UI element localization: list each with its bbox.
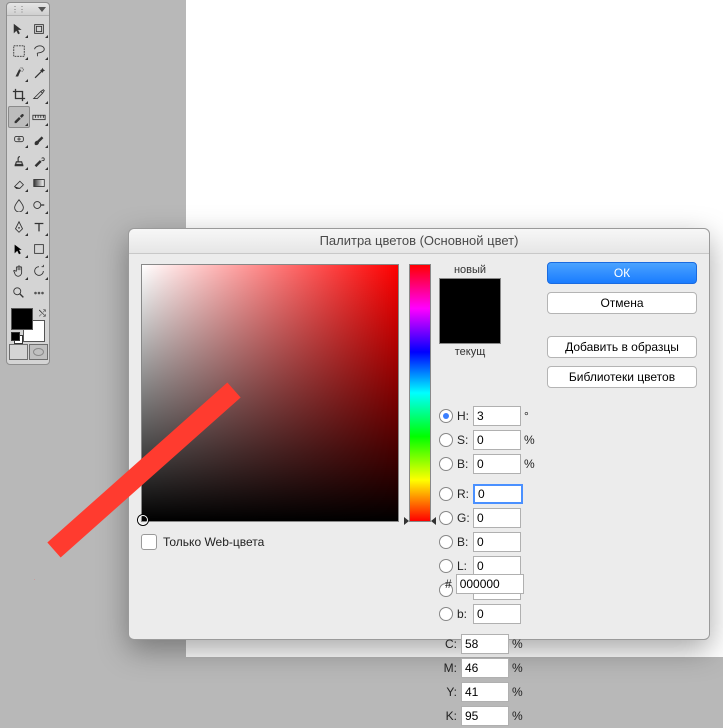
c-input[interactable] [461, 634, 509, 654]
s-unit: % [524, 433, 538, 447]
y-input[interactable] [461, 682, 509, 702]
l-label: L: [457, 559, 473, 573]
preview-new-label: новый [439, 264, 501, 276]
k-input[interactable] [461, 706, 509, 726]
l-input[interactable] [473, 556, 521, 576]
add-swatch-button[interactable]: Добавить в образцы [547, 336, 697, 358]
r-input[interactable] [473, 484, 523, 504]
b-unit: % [524, 457, 538, 471]
ruler-tool[interactable] [28, 106, 50, 128]
rotate-view-tool[interactable] [28, 260, 50, 282]
color-libraries-button[interactable]: Библиотеки цветов [547, 366, 697, 388]
spot-heal-tool[interactable] [8, 128, 30, 150]
color-field-marker [138, 515, 148, 525]
hue-slider-thumb[interactable] [404, 517, 436, 525]
preview-current-label: текущ [439, 346, 501, 358]
preview-swatch[interactable] [439, 278, 501, 344]
h-label: H: [457, 409, 473, 423]
hex-input[interactable] [456, 574, 524, 594]
quick-mask-mode-icon[interactable] [29, 344, 48, 360]
g-label: G: [457, 511, 473, 525]
drag-handle-icon: ⋮⋮ [11, 5, 25, 14]
color-picker-dialog: Палитра цветов (Основной цвет) новый тек… [128, 228, 710, 640]
tools-panel-header[interactable]: ⋮⋮ [7, 3, 49, 16]
c-unit: % [512, 637, 526, 651]
edit-toolbar[interactable] [28, 282, 50, 304]
quick-select-tool[interactable] [8, 62, 30, 84]
slice-tool[interactable] [28, 84, 50, 106]
artboard-tool[interactable] [28, 18, 50, 40]
tools-panel: ⋮⋮ ⤭ [6, 2, 50, 365]
swap-colors-icon[interactable]: ⤭ [39, 308, 46, 319]
hex-row: # [439, 574, 524, 594]
blur-tool[interactable] [8, 194, 30, 216]
bri-radio[interactable] [439, 457, 453, 471]
standard-mode-icon[interactable] [9, 344, 28, 360]
lasso-tool[interactable] [28, 40, 50, 62]
marquee-tool[interactable] [8, 40, 30, 62]
s-label: S: [457, 433, 473, 447]
y-unit: % [512, 685, 526, 699]
m-label: M: [439, 661, 457, 675]
edit-mode-toggle[interactable] [7, 344, 49, 360]
default-colors-icon[interactable] [11, 332, 21, 342]
m-input[interactable] [461, 658, 509, 678]
hue-slider[interactable] [409, 264, 431, 522]
panel-menu-icon[interactable] [38, 7, 46, 12]
r-radio[interactable] [439, 487, 453, 501]
clone-stamp-tool[interactable] [8, 150, 30, 172]
g-radio[interactable] [439, 511, 453, 525]
b-label: B: [457, 457, 473, 471]
r-label: R: [457, 487, 473, 501]
zoom-tool[interactable] [8, 282, 30, 304]
h-unit: ° [524, 409, 538, 423]
hex-hash-label: # [445, 577, 452, 591]
rgb-b-radio[interactable] [439, 535, 453, 549]
hue-radio[interactable] [439, 409, 453, 423]
k-unit: % [512, 709, 526, 723]
color-swatches: ⤭ [9, 308, 47, 342]
rgb-b-input[interactable] [473, 532, 521, 552]
shape-tool[interactable] [28, 238, 50, 260]
move-tool[interactable] [8, 18, 30, 40]
color-value-fields: H: ° S: % B: % [439, 404, 695, 728]
b-input[interactable] [473, 454, 521, 474]
rgb-b-label: B: [457, 535, 473, 549]
m-unit: % [512, 661, 526, 675]
web-only-checkbox[interactable] [141, 534, 157, 550]
dodge-tool[interactable] [28, 194, 50, 216]
lab-b-label: b: [457, 607, 473, 621]
sat-radio[interactable] [439, 433, 453, 447]
eyedropper-tool[interactable] [8, 106, 30, 128]
crop-tool[interactable] [8, 84, 30, 106]
hand-tool[interactable] [8, 260, 30, 282]
history-brush-tool[interactable] [28, 150, 50, 172]
dialog-title: Палитра цветов (Основной цвет) [129, 229, 709, 254]
lab-b-input[interactable] [473, 604, 521, 624]
foreground-color-swatch[interactable] [11, 308, 33, 330]
eraser-tool[interactable] [8, 172, 30, 194]
g-input[interactable] [473, 508, 521, 528]
s-input[interactable] [473, 430, 521, 450]
l-radio[interactable] [439, 559, 453, 573]
k-label: K: [439, 709, 457, 723]
web-only-label: Только Web-цвета [163, 535, 264, 549]
cancel-button[interactable]: Отмена [547, 292, 697, 314]
magic-wand-tool[interactable] [28, 62, 50, 84]
color-field[interactable] [141, 264, 399, 522]
h-input[interactable] [473, 406, 521, 426]
color-preview: новый текущ [439, 264, 501, 360]
web-only-row[interactable]: Только Web-цвета [141, 534, 264, 550]
brush-tool[interactable] [28, 128, 50, 150]
y-label: Y: [439, 685, 457, 699]
c-label: C: [439, 637, 457, 651]
ok-button[interactable]: ОК [547, 262, 697, 284]
gradient-tool[interactable] [28, 172, 50, 194]
path-select-tool[interactable] [8, 238, 30, 260]
lab-b-radio[interactable] [439, 607, 453, 621]
pen-tool[interactable] [8, 216, 30, 238]
type-tool[interactable] [28, 216, 50, 238]
